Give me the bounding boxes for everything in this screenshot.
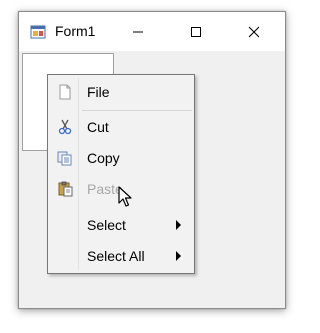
menu-separator	[82, 110, 192, 111]
menu-item-label: Select	[87, 217, 126, 233]
menu-item-copy[interactable]: Copy	[51, 145, 191, 171]
submenu-arrow-icon	[176, 220, 181, 230]
menu-gutter-divider	[78, 78, 79, 270]
menu-item-select-all[interactable]: Select All	[51, 243, 191, 269]
menu-item-label: File	[87, 84, 110, 100]
menu-item-label: Select All	[87, 248, 145, 264]
submenu-arrow-icon	[176, 251, 181, 261]
paste-icon	[57, 181, 73, 197]
screenshot: Form1 File Cut Copy Paste Select Select …	[0, 0, 302, 333]
title-bar[interactable]: Form1	[19, 12, 285, 51]
menu-item-select[interactable]: Select	[51, 212, 191, 238]
copy-icon	[57, 150, 73, 166]
cut-icon	[57, 119, 73, 135]
close-button[interactable]	[231, 12, 277, 51]
context-menu: File Cut Copy Paste Select Select All	[47, 74, 195, 274]
maximize-icon	[191, 26, 201, 37]
app-icon[interactable]	[30, 24, 46, 40]
close-icon	[248, 26, 260, 37]
menu-item-cut[interactable]: Cut	[51, 114, 191, 140]
menu-item-label: Cut	[87, 119, 109, 135]
minimize-icon	[133, 31, 143, 32]
window-title: Form1	[55, 23, 96, 39]
file-icon	[57, 84, 73, 100]
minimize-button[interactable]	[115, 12, 161, 51]
mouse-cursor-icon	[118, 186, 132, 208]
menu-item-file[interactable]: File	[51, 79, 191, 105]
maximize-button[interactable]	[173, 12, 219, 51]
menu-item-label: Copy	[87, 150, 120, 166]
